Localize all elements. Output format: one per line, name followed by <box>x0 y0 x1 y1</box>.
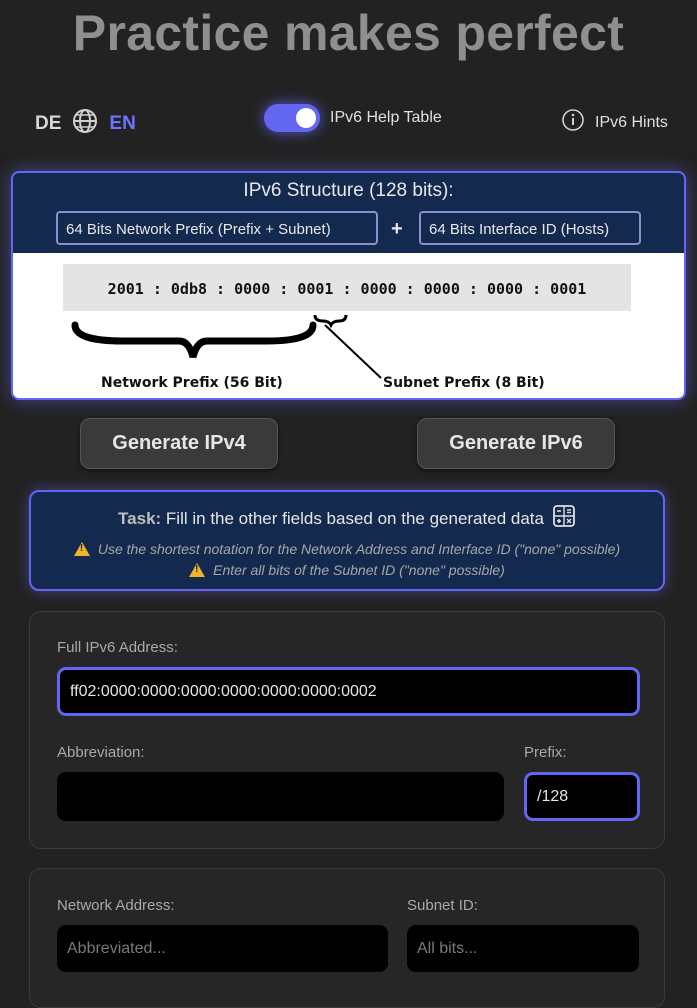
network-card: Network Address: Abbreviated... Subnet I… <box>29 868 665 1008</box>
info-icon <box>561 108 585 137</box>
network-address-placeholder: Abbreviated... <box>67 939 166 957</box>
prefix-label: Prefix: <box>524 744 567 761</box>
interface-id-pill: 64 Bits Interface ID (Hosts) <box>419 211 641 245</box>
task-panel: Task: Fill in the other fields based on … <box>29 490 665 591</box>
network-prefix-label: Network Prefix (56 Bit) <box>101 375 283 391</box>
toggle-knob <box>296 108 316 128</box>
warning-icon <box>189 563 206 577</box>
warning-icon <box>73 542 90 556</box>
language-switcher: DE EN <box>35 107 136 140</box>
lang-de-option[interactable]: DE <box>35 113 61 135</box>
task-warning-2: Enter all bits of the Subnet ID ("none" … <box>213 562 505 578</box>
structure-title: IPv6 Structure (128 bits): <box>243 180 454 201</box>
help-table-toggle[interactable] <box>264 104 320 132</box>
generate-ipv4-button[interactable]: Generate IPv4 <box>80 418 278 469</box>
address-card: Full IPv6 Address: ff02:0000:0000:0000:0… <box>29 611 665 849</box>
page-title: Practice makes perfect <box>72 5 625 61</box>
help-table-toggle-group: IPv6 Help Table <box>264 104 442 132</box>
task-text: Fill in the other fields based on the ge… <box>165 508 544 528</box>
full-address-label: Full IPv6 Address: <box>57 639 178 656</box>
full-address-field[interactable]: ff02:0000:0000:0000:0000:0000:0000:0002 <box>57 667 640 716</box>
subnet-id-field[interactable]: All bits... <box>407 925 639 972</box>
abbreviation-field[interactable] <box>57 772 504 821</box>
subnet-prefix-label: Subnet Prefix (8 Bit) <box>383 375 545 391</box>
plus-sign: + <box>391 218 403 240</box>
lang-en-option[interactable]: EN <box>109 113 135 135</box>
globe-icon <box>71 107 99 140</box>
diagram-address: 2001 : 0db8 : 0000 : 0001 : 0000 : 0000 … <box>108 280 587 298</box>
ipv6-structure-panel: IPv6 Structure (128 bits): 64 Bits Netwo… <box>11 171 686 400</box>
prefix-value: /128 <box>537 787 569 805</box>
task-warning-1: Use the shortest notation for the Networ… <box>97 541 621 557</box>
network-address-field[interactable]: Abbreviated... <box>57 925 388 972</box>
hints-label: IPv6 Hints <box>595 113 668 131</box>
hints-button[interactable]: IPv6 Hints <box>561 108 668 137</box>
abbreviation-label: Abbreviation: <box>57 744 145 761</box>
network-prefix-pill: 64 Bits Network Prefix (Prefix + Subnet) <box>56 211 378 245</box>
network-address-label: Network Address: <box>57 897 175 914</box>
prefix-field[interactable]: /128 <box>524 772 640 821</box>
subnet-id-label: Subnet ID: <box>407 897 478 914</box>
subnet-id-placeholder: All bits... <box>417 939 478 957</box>
task-label: Task: <box>118 508 162 528</box>
full-address-value: ff02:0000:0000:0000:0000:0000:0000:0002 <box>70 682 377 700</box>
generate-ipv6-button[interactable]: Generate IPv6 <box>417 418 615 469</box>
help-table-label: IPv6 Help Table <box>330 109 442 126</box>
calculator-icon[interactable] <box>552 504 576 533</box>
ipv6-structure-diagram: 2001 : 0db8 : 0000 : 0001 : 0000 : 0000 … <box>13 253 684 398</box>
